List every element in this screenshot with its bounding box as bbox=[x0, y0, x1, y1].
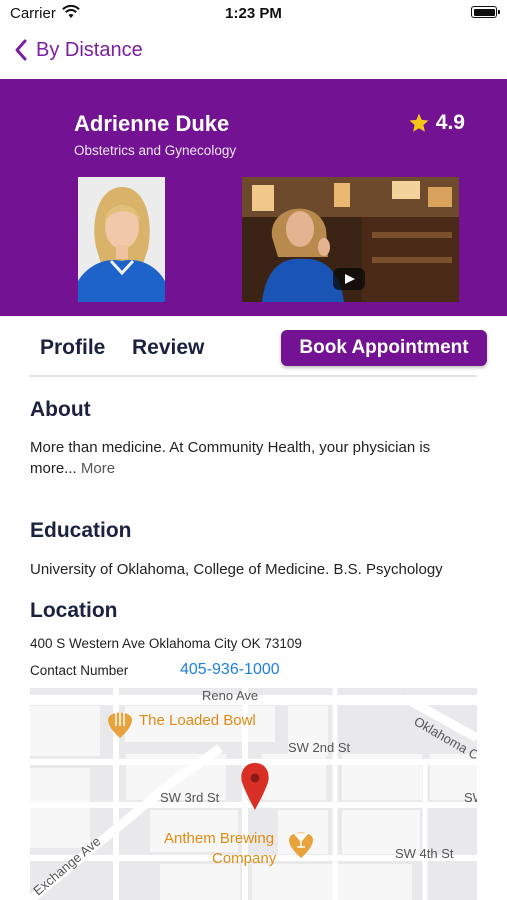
clock: 1:23 PM bbox=[225, 5, 282, 22]
location-map[interactable]: Reno Ave SW 2nd St SW 3rd St SW 4th St S… bbox=[30, 688, 477, 900]
street-label: SW bbox=[464, 790, 477, 805]
street-label: SW 2nd St bbox=[288, 740, 351, 755]
address: 400 S Western Ave Oklahoma City OK 73109 bbox=[30, 636, 302, 651]
contact-number-link[interactable]: 405-936-1000 bbox=[180, 661, 280, 679]
doctor-name: Adrienne Duke bbox=[74, 111, 230, 136]
about-text: More than medicine. At Community Health,… bbox=[30, 437, 470, 479]
profile-tabs: Profile Review Book Appointment bbox=[0, 326, 507, 372]
about-heading: About bbox=[30, 398, 91, 421]
rating: 4.9 bbox=[408, 111, 465, 135]
chevron-left-icon bbox=[15, 39, 27, 61]
tab-divider bbox=[30, 375, 477, 377]
star-icon bbox=[409, 113, 429, 132]
doctor-header: Adrienne Duke Obstetrics and Gynecology … bbox=[0, 79, 507, 316]
back-label: By Distance bbox=[36, 38, 143, 61]
street-label: SW 3rd St bbox=[160, 790, 220, 805]
location-heading: Location bbox=[30, 599, 118, 622]
street-label: Reno Ave bbox=[202, 688, 258, 703]
place-label[interactable]: The Loaded Bowl bbox=[139, 712, 256, 729]
tab-review[interactable]: Review bbox=[132, 336, 204, 360]
education-text: University of Oklahoma, College of Medic… bbox=[30, 561, 443, 578]
street-label: SW 4th St bbox=[395, 846, 454, 861]
doctor-video[interactable] bbox=[242, 177, 459, 302]
play-icon[interactable] bbox=[333, 268, 365, 290]
place-label[interactable]: Company bbox=[212, 850, 277, 867]
education-heading: Education bbox=[30, 519, 132, 542]
book-appointment-button[interactable]: Book Appointment bbox=[281, 330, 487, 366]
contact-label: Contact Number bbox=[30, 663, 129, 678]
tab-profile[interactable]: Profile bbox=[40, 336, 105, 360]
place-label[interactable]: Anthem Brewing bbox=[164, 830, 274, 847]
battery-icon bbox=[471, 6, 500, 18]
rating-value: 4.9 bbox=[435, 111, 465, 134]
doctor-photo bbox=[78, 177, 165, 302]
status-bar: Carrier 1:23 PM bbox=[0, 0, 507, 28]
more-link[interactable]: More bbox=[81, 460, 115, 477]
doctor-specialty: Obstetrics and Gynecology bbox=[74, 143, 237, 158]
nav-bar: By Distance bbox=[0, 30, 507, 76]
back-button[interactable]: By Distance bbox=[14, 38, 143, 62]
